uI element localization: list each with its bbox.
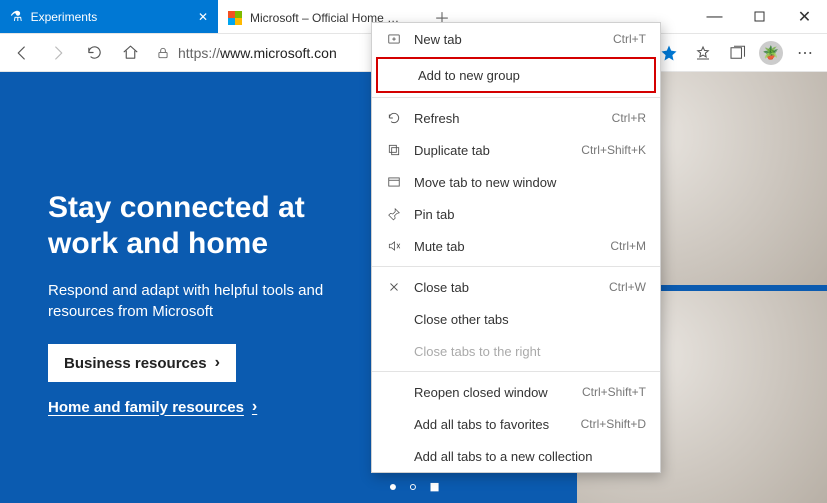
highlight-box: Add to new group [376,57,656,93]
ctx-close-tabs-right: Close tabs to the right [372,335,660,367]
duplicate-icon [386,142,402,158]
ctx-add-all-to-collection[interactable]: Add all tabs to a new collection [372,440,660,472]
ctx-refresh[interactable]: Refresh Ctrl+R [372,102,660,134]
microsoft-logo-icon [228,11,242,25]
more-menu-button[interactable]: ⋯ [789,37,821,69]
favorites-list-icon[interactable] [687,37,719,69]
button-label: Business resources [64,355,207,372]
back-button[interactable] [6,37,38,69]
ctx-close-tab[interactable]: Close tab Ctrl+W [372,271,660,303]
flask-icon: ⚗ [10,8,23,25]
tab-experiments[interactable]: ⚗ Experiments ✕ [0,0,218,33]
carousel-controls[interactable]: ▮▮ [389,480,437,493]
close-icon[interactable]: ✕ [198,10,208,24]
ctx-move-to-new-window[interactable]: Move tab to new window [372,166,660,198]
pause-icon[interactable]: ▮▮ [429,480,437,493]
close-icon [386,279,402,295]
ctx-mute-tab[interactable]: Mute tab Ctrl+M [372,230,660,262]
ctx-new-tab[interactable]: New tab Ctrl+T [372,23,660,55]
window-controls: — ✕ [692,0,827,33]
hero-section: Stay connected at work and home Respond … [48,190,378,417]
refresh-icon [386,110,402,126]
ctx-add-all-to-favorites[interactable]: Add all tabs to favorites Ctrl+Shift+D [372,408,660,440]
mute-icon [386,238,402,254]
tab-label: Experiments [31,10,98,24]
refresh-button[interactable] [78,37,110,69]
collections-icon[interactable] [721,37,753,69]
lock-icon [156,46,170,60]
url-text: https://www.microsoft.con [178,45,337,61]
home-button[interactable] [114,37,146,69]
separator [372,266,660,267]
chevron-right-icon [252,398,257,416]
pin-icon [386,206,402,222]
new-tab-icon [386,31,402,47]
home-family-resources-link[interactable]: Home and family resources [48,398,257,416]
hero-title: Stay connected at work and home [48,190,378,262]
hero-subtitle: Respond and adapt with helpful tools and… [48,280,378,322]
chevron-right-icon [215,354,220,372]
profile-avatar[interactable]: 🪴 [755,37,787,69]
link-label: Home and family resources [48,399,244,416]
forward-button[interactable] [42,37,74,69]
business-resources-button[interactable]: Business resources [48,344,236,382]
maximize-button[interactable] [737,0,782,33]
ctx-reopen-closed-window[interactable]: Reopen closed window Ctrl+Shift+T [372,376,660,408]
tab-context-menu: New tab Ctrl+T Add to new group Refresh … [371,22,661,473]
ctx-add-to-new-group[interactable]: Add to new group [378,59,654,91]
ctx-duplicate-tab[interactable]: Duplicate tab Ctrl+Shift+K [372,134,660,166]
minimize-button[interactable]: — [692,0,737,33]
separator [372,371,660,372]
close-window-button[interactable]: ✕ [782,0,827,33]
new-window-icon [386,174,402,190]
ctx-pin-tab[interactable]: Pin tab [372,198,660,230]
carousel-dot[interactable] [409,484,415,490]
ctx-close-other-tabs[interactable]: Close other tabs [372,303,660,335]
separator [372,97,660,98]
carousel-dot-active[interactable] [389,484,395,490]
